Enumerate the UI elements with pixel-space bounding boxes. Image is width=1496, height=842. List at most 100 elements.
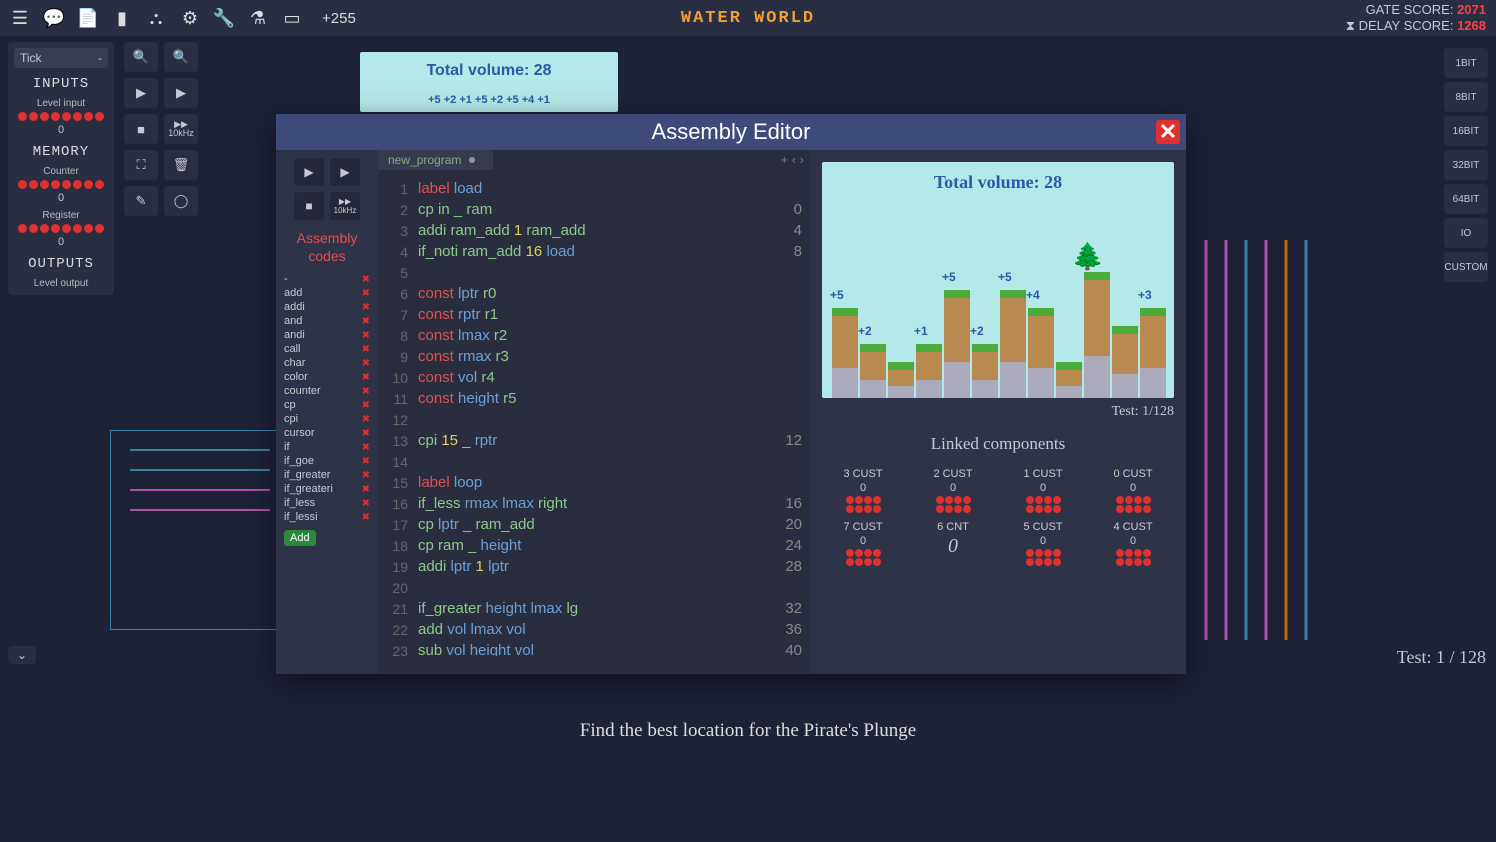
- bit-32bit[interactable]: 32BIT: [1444, 150, 1488, 180]
- panel-toggle[interactable]: ⌄: [8, 646, 36, 664]
- bit-custom[interactable]: CUSTOM: [1444, 252, 1488, 282]
- opcode-and[interactable]: and✖: [280, 314, 374, 328]
- bit-8bit[interactable]: 8BIT: [1444, 82, 1488, 112]
- editor-stop-icon[interactable]: ■: [294, 192, 324, 220]
- book-icon[interactable]: ▮: [112, 8, 132, 28]
- flask-icon[interactable]: ⚗: [248, 8, 268, 28]
- delete-icon[interactable]: ✖: [362, 484, 370, 495]
- component: 3 CUST0: [843, 468, 883, 513]
- opcode-if[interactable]: if✖: [280, 440, 374, 454]
- play-icon[interactable]: ▶: [164, 78, 198, 108]
- edit-icon[interactable]: ✎: [124, 186, 158, 216]
- plus-count: +255: [322, 10, 356, 27]
- asm-codes-header: Assemblycodes: [280, 230, 374, 266]
- ff-icon[interactable]: ▶▶10kHz: [164, 114, 198, 144]
- zoom-out-icon[interactable]: 🔍: [124, 42, 158, 72]
- assembly-editor: Assembly Editor ✕ ▶▶ ■▶▶10kHz Assemblyco…: [276, 114, 1186, 674]
- menu-icon[interactable]: ☰: [10, 8, 30, 28]
- delete-icon[interactable]: ✖: [362, 512, 370, 523]
- opcode-cpi[interactable]: cpi✖: [280, 412, 374, 426]
- chat-icon[interactable]: 💬: [44, 8, 64, 28]
- delete-icon[interactable]: ✖: [362, 316, 370, 327]
- bit-64bit[interactable]: 64BIT: [1444, 184, 1488, 214]
- bit-1bit[interactable]: 1BIT: [1444, 48, 1488, 78]
- stop-icon[interactable]: ■: [124, 114, 158, 144]
- opcode-counter[interactable]: counter✖: [280, 384, 374, 398]
- delete-icon[interactable]: ✖: [362, 274, 370, 285]
- delete-icon[interactable]: ✖: [362, 358, 370, 369]
- delete-icon[interactable]: ✖: [362, 400, 370, 411]
- component: 4 CUST0: [1113, 521, 1153, 566]
- file-icon[interactable]: 📄: [78, 8, 98, 28]
- close-icon[interactable]: ✕: [1156, 120, 1180, 144]
- trash-icon[interactable]: 🗑: [164, 150, 198, 180]
- delete-icon[interactable]: ✖: [362, 414, 370, 425]
- delete-icon[interactable]: ✖: [362, 372, 370, 383]
- zoom-in-icon[interactable]: 🔍: [164, 42, 198, 72]
- wrench-icon[interactable]: 🔧: [214, 8, 234, 28]
- delete-icon[interactable]: ✖: [362, 302, 370, 313]
- editor-play-icon[interactable]: ▶: [330, 158, 360, 186]
- inputs-header: INPUTS: [14, 76, 108, 92]
- delete-icon[interactable]: ✖: [362, 330, 370, 341]
- scores: GATE SCORE: 2071 ⧗ DELAY SCORE: 1268: [1346, 2, 1486, 34]
- level-title: WATER WORLD: [681, 9, 815, 28]
- chip-icon[interactable]: ▭: [282, 8, 302, 28]
- component: 1 CUST0: [1023, 468, 1063, 513]
- opcode-add[interactable]: add✖: [280, 286, 374, 300]
- level-preview: Total volume: 28 +5+2+1+5+2+5+4+1+3🌲: [822, 162, 1174, 398]
- memory-header: MEMORY: [14, 144, 108, 160]
- level-input-label: Level input: [14, 98, 108, 109]
- opcode-cursor[interactable]: cursor✖: [280, 426, 374, 440]
- tick-dropdown[interactable]: Tick-: [14, 48, 108, 68]
- prompt-text: Find the best location for the Pirate's …: [0, 720, 1496, 742]
- left-panel: Tick- INPUTS Level input 0 MEMORY Counte…: [8, 42, 114, 295]
- delete-icon[interactable]: ✖: [362, 470, 370, 481]
- counter-val: 0: [14, 192, 108, 204]
- bit-io[interactable]: IO: [1444, 218, 1488, 248]
- select-icon[interactable]: ⛶: [124, 150, 158, 180]
- delete-icon[interactable]: ✖: [362, 344, 370, 355]
- opcode-if_less[interactable]: if_less✖: [280, 496, 374, 510]
- input-leds: [14, 112, 108, 121]
- component: 0 CUST0: [1113, 468, 1153, 513]
- opcode-color[interactable]: color✖: [280, 370, 374, 384]
- delete-icon[interactable]: ✖: [362, 498, 370, 509]
- component: 5 CUST0: [1023, 521, 1063, 566]
- file-tab[interactable]: new_program: [378, 150, 493, 170]
- step-icon[interactable]: ▶: [124, 78, 158, 108]
- topbar: ☰ 💬 📄 ▮ ⛬ ⚙ 🔧 ⚗ ▭ +255 WATER WORLD GATE …: [0, 0, 1496, 36]
- bit-16bit[interactable]: 16BIT: [1444, 116, 1488, 146]
- code-area[interactable]: new_program + ‹ › 1label load2cp in _ ra…: [378, 150, 810, 674]
- opcode-if_goe[interactable]: if_goe✖: [280, 454, 374, 468]
- opcode-addi[interactable]: addi✖: [280, 300, 374, 314]
- delete-icon[interactable]: ✖: [362, 442, 370, 453]
- delete-icon[interactable]: ✖: [362, 456, 370, 467]
- delete-icon[interactable]: ✖: [362, 386, 370, 397]
- delete-icon[interactable]: ✖: [362, 288, 370, 299]
- linked-components-header: Linked components: [822, 434, 1174, 454]
- opcode-cp[interactable]: cp✖: [280, 398, 374, 412]
- opcode-andi[interactable]: andi✖: [280, 328, 374, 342]
- add-opcode-button[interactable]: Add: [284, 530, 316, 546]
- tree-icon[interactable]: ⛬: [146, 8, 166, 28]
- opcode--[interactable]: -✖: [280, 272, 374, 286]
- gear-icon[interactable]: ⚙: [180, 8, 200, 28]
- editor-step-icon[interactable]: ▶: [294, 158, 324, 186]
- opcode-call[interactable]: call✖: [280, 342, 374, 356]
- color-icon[interactable]: ◯: [164, 186, 198, 216]
- opcode-if_lessi[interactable]: if_lessi✖: [280, 510, 374, 524]
- tab-nav[interactable]: + ‹ ›: [781, 152, 804, 167]
- counter-label: Counter: [14, 166, 108, 177]
- delete-icon[interactable]: ✖: [362, 428, 370, 439]
- opcode-if_greateri[interactable]: if_greateri✖: [280, 482, 374, 496]
- editor-ff-icon[interactable]: ▶▶10kHz: [330, 192, 360, 220]
- bg-circuit-left: [110, 430, 290, 630]
- opcode-char[interactable]: char✖: [280, 356, 374, 370]
- register-label: Register: [14, 210, 108, 221]
- control-grid: 🔍 🔍 ▶ ▶ ■ ▶▶10kHz ⛶ 🗑 ✎ ◯: [124, 42, 198, 216]
- opcode-if_greater[interactable]: if_greater✖: [280, 468, 374, 482]
- editor-sidebar: ▶▶ ■▶▶10kHz Assemblycodes -✖add✖addi✖and…: [276, 150, 378, 674]
- counter-leds: [14, 180, 108, 189]
- component: 7 CUST0: [843, 521, 883, 566]
